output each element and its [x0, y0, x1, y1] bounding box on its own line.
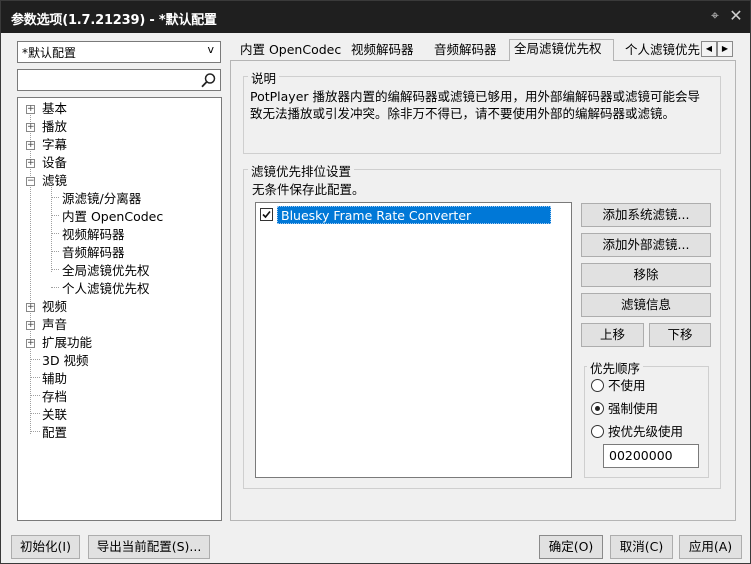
tree-item-devices[interactable]: + 设备 — [18, 154, 221, 172]
tree-item-label: 音频解码器 — [62, 245, 125, 260]
filter-name[interactable]: Bluesky Frame Rate Converter — [277, 206, 551, 224]
preset-value: *默认配置 — [22, 46, 77, 60]
tree-item-label: 字幕 — [42, 137, 68, 152]
filter-checkbox[interactable] — [260, 208, 273, 221]
tree-item-association[interactable]: 关联 — [18, 406, 221, 424]
preset-dropdown[interactable]: *默认配置 v — [17, 41, 221, 63]
chevron-down-icon: v — [207, 43, 214, 56]
cancel-button[interactable]: 取消(C) — [610, 535, 673, 559]
expand-icon[interactable]: + — [26, 321, 35, 330]
tree-item-builtin-opencodec[interactable]: 内置 OpenCodec — [18, 208, 221, 226]
tree-item-personal-filter-priority[interactable]: 个人滤镜优先权 — [18, 280, 221, 298]
tree-item-subtitles[interactable]: + 字幕 — [18, 136, 221, 154]
add-external-filter-button[interactable]: 添加外部滤镜... — [581, 233, 711, 257]
tree-item-label: 辅助 — [42, 371, 68, 386]
tree-item-label: 视频 — [42, 299, 68, 314]
radio-icon[interactable] — [591, 425, 604, 438]
radio-icon[interactable] — [591, 379, 604, 392]
radio-label: 按优先级使用 — [608, 424, 684, 439]
filter-info-button[interactable]: 滤镜信息 — [581, 293, 711, 317]
radio-use-by-priority[interactable]: 按优先级使用 — [591, 423, 711, 441]
tree-item-playback[interactable]: + 播放 — [18, 118, 221, 136]
chevron-left-icon[interactable]: ◀ — [701, 41, 717, 57]
close-icon[interactable]: ✕ — [727, 7, 745, 25]
tree-item-source-filter[interactable]: 源滤镜/分离器 — [18, 190, 221, 208]
tab-global-filter-priority[interactable]: 全局滤镜优先权 — [509, 39, 614, 61]
pin-icon[interactable]: ⌖ — [706, 7, 724, 25]
settings-tree[interactable]: + 基本 + 播放 + 字幕 + 设备 − 滤镜 源滤镜/分离器 内置 Open… — [17, 97, 222, 521]
move-up-button[interactable]: 上移 — [581, 323, 644, 347]
collapse-icon[interactable]: − — [26, 177, 35, 186]
tab-video-decoder[interactable]: 视频解码器 — [347, 41, 418, 61]
tree-item-label: 声音 — [42, 317, 68, 332]
tree-item-audio[interactable]: + 声音 — [18, 316, 221, 334]
tree-item-label: 全局滤镜优先权 — [62, 263, 150, 278]
tree-item-label: 存档 — [42, 389, 68, 404]
tree-item-config[interactable]: 配置 — [18, 424, 221, 442]
tree-item-label: 个人滤镜优先权 — [62, 281, 150, 296]
title-bar: 参数选项(1.7.21239) - *默认配置 ⌖ ✕ — [1, 1, 750, 33]
preferences-window: 参数选项(1.7.21239) - *默认配置 ⌖ ✕ *默认配置 v + 基本 — [0, 0, 751, 564]
ok-button[interactable]: 确定(O) — [539, 535, 603, 559]
tree-item-video[interactable]: + 视频 — [18, 298, 221, 316]
tree-item-audio-decoder[interactable]: 音频解码器 — [18, 244, 221, 262]
expand-icon[interactable]: + — [26, 123, 35, 132]
tab-builtin-opencodec[interactable]: 内置 OpenCodec — [236, 41, 345, 61]
tree-item-label: 基本 — [42, 101, 68, 116]
search-icon[interactable] — [200, 72, 217, 89]
filter-priority-title: 滤镜优先排位设置 — [248, 161, 355, 180]
tree-item-label: 内置 OpenCodec — [62, 209, 164, 224]
tree-item-filters[interactable]: − 滤镜 — [18, 172, 221, 190]
tree-item-label: 滤镜 — [42, 173, 68, 188]
window-title: 参数选项(1.7.21239) - *默认配置 — [11, 13, 217, 28]
tree-item-label: 视频解码器 — [62, 227, 125, 242]
reset-button[interactable]: 初始化(I) — [11, 535, 80, 559]
tree-item-3d-video[interactable]: 3D 视频 — [18, 352, 221, 370]
expand-icon[interactable]: + — [26, 105, 35, 114]
chevron-right-icon[interactable]: ▶ — [717, 41, 733, 57]
radio-label: 不使用 — [608, 378, 646, 393]
tree-item-label: 设备 — [42, 155, 68, 170]
radio-selected-icon[interactable] — [591, 402, 604, 415]
move-down-button[interactable]: 下移 — [649, 323, 711, 347]
checkmark-icon — [262, 210, 271, 219]
tree-item-global-filter-priority[interactable]: 全局滤镜优先权 — [18, 262, 221, 280]
tree-item-archive[interactable]: 存档 — [18, 388, 221, 406]
priority-order-title: 优先顺序 — [587, 358, 644, 377]
radio-label: 强制使用 — [608, 401, 659, 416]
tree-item-label: 源滤镜/分离器 — [62, 191, 142, 206]
add-system-filter-button[interactable]: 添加系统滤镜... — [581, 203, 711, 227]
tree-item-video-decoder[interactable]: 视频解码器 — [18, 226, 221, 244]
expand-icon[interactable]: + — [26, 159, 35, 168]
expand-icon[interactable]: + — [26, 339, 35, 348]
expand-icon[interactable]: + — [26, 303, 35, 312]
tree-item-label: 配置 — [42, 425, 68, 440]
filter-list[interactable]: Bluesky Frame Rate Converter — [255, 202, 572, 478]
filter-priority-subtitle: 无条件保存此配置。 — [252, 182, 365, 197]
tree-item-accessibility[interactable]: 辅助 — [18, 370, 221, 388]
apply-button[interactable]: 应用(A) — [679, 535, 742, 559]
tree-item-label: 3D 视频 — [42, 353, 89, 368]
remove-filter-button[interactable]: 移除 — [581, 263, 711, 287]
list-item[interactable]: Bluesky Frame Rate Converter — [260, 206, 551, 224]
settings-search-input[interactable] — [17, 69, 221, 91]
expand-icon[interactable]: + — [26, 141, 35, 150]
tab-personal-filter-priority[interactable]: 个人滤镜优先 — [621, 41, 701, 61]
radio-force-use[interactable]: 强制使用 — [591, 400, 711, 418]
tree-item-label: 关联 — [42, 407, 68, 422]
tree-item-basic[interactable]: + 基本 — [18, 100, 221, 118]
description-title: 说明 — [248, 68, 280, 87]
tree-item-label: 扩展功能 — [42, 335, 93, 350]
radio-disabled[interactable]: 不使用 — [591, 377, 711, 395]
tab-audio-decoder[interactable]: 音频解码器 — [430, 41, 501, 61]
priority-value-input[interactable]: 00200000 — [603, 444, 699, 468]
description-text: PotPlayer 播放器内置的编解码器或滤镜已够用，用外部编解码器或滤镜可能会… — [250, 89, 701, 121]
tree-item-label: 播放 — [42, 119, 68, 134]
tree-item-extensions[interactable]: + 扩展功能 — [18, 334, 221, 352]
export-config-button[interactable]: 导出当前配置(S)... — [88, 535, 210, 559]
